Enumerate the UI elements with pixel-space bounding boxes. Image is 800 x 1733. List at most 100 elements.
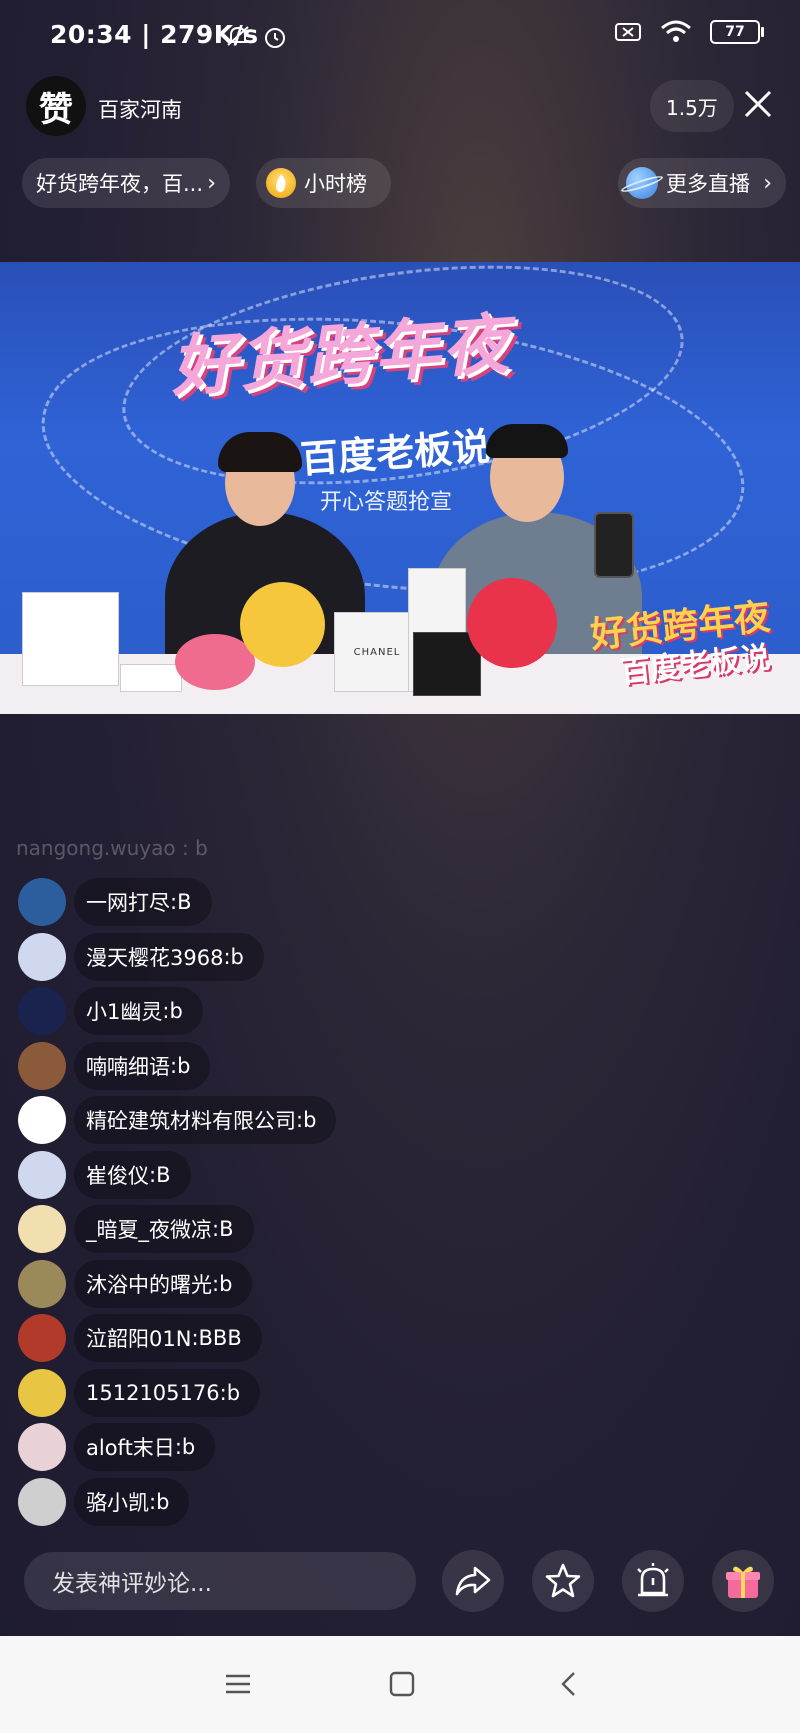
comment-text: b bbox=[219, 1271, 233, 1296]
comment-text: b bbox=[230, 944, 244, 969]
comment-text: b bbox=[181, 1435, 196, 1459]
comment-bubble: 1512105176: b bbox=[74, 1368, 261, 1417]
menu-icon[interactable] bbox=[222, 1668, 254, 1700]
user-avatar[interactable] bbox=[18, 1314, 66, 1362]
comment-row[interactable]: _暗夏_夜微凉: B bbox=[18, 1205, 254, 1253]
comment-separator: : bbox=[219, 1380, 227, 1405]
comment-bubble: 喃喃细语: b bbox=[74, 1041, 211, 1090]
comment-row[interactable]: 1512105176: b bbox=[18, 1368, 261, 1417]
user-avatar[interactable] bbox=[18, 1423, 66, 1471]
wifi-icon bbox=[661, 20, 691, 42]
comment-text: b bbox=[156, 1489, 170, 1514]
comment-row[interactable]: 崔俊仪: B bbox=[18, 1150, 191, 1199]
user-avatar[interactable] bbox=[18, 1259, 66, 1308]
close-icon[interactable] bbox=[738, 84, 778, 124]
live-video[interactable]: 好货跨年夜 百度老板说 开心答题抢宣 CHANEL 好货跨年夜 百度老板说 bbox=[0, 262, 800, 714]
home-icon[interactable] bbox=[386, 1668, 418, 1700]
alarm-icon bbox=[637, 1563, 669, 1597]
user-avatar[interactable] bbox=[18, 1096, 66, 1144]
comment-user[interactable]: 小1幽灵 bbox=[86, 996, 162, 1026]
mascot-red bbox=[467, 578, 557, 668]
comment-text: b bbox=[303, 1108, 317, 1132]
comment-user[interactable]: 一网打尽 bbox=[86, 887, 170, 917]
comment-row[interactable]: 泣韶阳01N: BBB bbox=[18, 1314, 262, 1362]
comment-user[interactable]: 沐浴中的曙光 bbox=[86, 1269, 212, 1299]
share-button[interactable] bbox=[442, 1550, 504, 1612]
comment-user[interactable]: 精砼建筑材料有限公司 bbox=[86, 1105, 296, 1135]
comment-separator: : bbox=[296, 1108, 304, 1132]
comment-row[interactable]: 漫天樱花3968: b bbox=[18, 932, 264, 981]
status-icons: 77 bbox=[614, 20, 764, 44]
comment-text: b bbox=[169, 999, 183, 1023]
back-icon[interactable] bbox=[554, 1668, 586, 1700]
comment-bubble: _暗夏_夜微凉: B bbox=[74, 1205, 254, 1253]
comment-input[interactable]: 发表神评妙论... bbox=[24, 1552, 416, 1610]
comment-row[interactable]: 一网打尽: B bbox=[18, 878, 212, 926]
user-avatar[interactable] bbox=[18, 987, 66, 1035]
comment-text: BBB bbox=[198, 1326, 242, 1350]
topic-chip[interactable]: 好货跨年夜，百... › bbox=[22, 158, 230, 208]
star-icon bbox=[545, 1563, 581, 1598]
chevron-right-icon: › bbox=[207, 170, 216, 196]
alarm-button[interactable] bbox=[622, 1550, 684, 1612]
comment-separator: : bbox=[212, 1271, 220, 1296]
user-avatar[interactable] bbox=[18, 1150, 66, 1199]
more-live-chip[interactable]: 更多直播 › bbox=[618, 158, 786, 208]
comment-user[interactable]: 骆小凯 bbox=[86, 1487, 149, 1517]
bell-off-icon bbox=[227, 26, 249, 46]
user-avatar[interactable] bbox=[18, 1368, 66, 1417]
comment-separator: : bbox=[149, 1489, 157, 1514]
user-avatar[interactable] bbox=[18, 878, 66, 926]
battery-icon: 77 bbox=[710, 20, 764, 44]
user-avatar[interactable] bbox=[18, 932, 66, 981]
share-icon bbox=[455, 1566, 491, 1596]
comment-user[interactable]: _暗夏_夜微凉 bbox=[86, 1214, 212, 1244]
comment-row[interactable]: 沐浴中的曙光: b bbox=[18, 1259, 253, 1308]
comment-row[interactable]: 喃喃细语: b bbox=[18, 1041, 211, 1090]
product-small bbox=[120, 664, 182, 692]
system-nav-bar bbox=[0, 1636, 800, 1733]
hourly-rank-chip[interactable]: 小时榜 bbox=[256, 158, 391, 208]
comment-separator: : bbox=[170, 890, 178, 914]
viewer-count[interactable]: 1.5万 bbox=[650, 80, 734, 132]
comment-row[interactable]: 骆小凯: b bbox=[18, 1477, 190, 1526]
comment-bubble: 沐浴中的曙光: b bbox=[74, 1259, 253, 1308]
comment-bubble: 小1幽灵: b bbox=[74, 987, 203, 1035]
comment-user[interactable]: 泣韶阳01N bbox=[86, 1323, 191, 1353]
phone-prop bbox=[594, 512, 634, 578]
alarm-clock-icon bbox=[265, 28, 285, 48]
comment-user[interactable]: 喃喃细语 bbox=[86, 1051, 170, 1081]
anchor-avatar[interactable]: 赞 bbox=[26, 76, 86, 136]
comment-text: B bbox=[177, 890, 192, 914]
user-avatar[interactable] bbox=[18, 1205, 66, 1253]
gift-button[interactable] bbox=[712, 1550, 774, 1612]
mascot-yellow bbox=[240, 582, 325, 667]
comment-bubble: 一网打尽: B bbox=[74, 878, 212, 926]
comment-row[interactable]: 精砼建筑材料有限公司: b bbox=[18, 1096, 337, 1144]
comment-separator: : bbox=[212, 1217, 220, 1241]
comment-user[interactable]: aloft末日 bbox=[86, 1432, 175, 1462]
flame-icon bbox=[266, 168, 296, 198]
favorite-button[interactable] bbox=[532, 1550, 594, 1612]
user-avatar[interactable] bbox=[18, 1477, 66, 1526]
comment-user[interactable]: 漫天樱花3968 bbox=[86, 942, 223, 972]
user-avatar[interactable] bbox=[18, 1041, 66, 1090]
planet-icon bbox=[626, 167, 658, 199]
product-pack bbox=[22, 592, 119, 686]
comment-bubble: aloft末日: b bbox=[74, 1423, 216, 1471]
comment-user[interactable]: 1512105176 bbox=[86, 1381, 220, 1405]
sim-x-icon bbox=[615, 23, 641, 41]
comment-separator: : bbox=[191, 1326, 199, 1350]
comment-user[interactable]: 崔俊仪 bbox=[86, 1160, 149, 1190]
anchor-name[interactable]: 百家河南 bbox=[98, 94, 182, 124]
gift-icon bbox=[726, 1566, 760, 1598]
comment-text: B bbox=[219, 1217, 234, 1241]
host-male-hair bbox=[486, 424, 568, 458]
comment-separator: : bbox=[162, 999, 170, 1023]
comment-bubble: 骆小凯: b bbox=[74, 1477, 190, 1526]
comment-row[interactable]: aloft末日: b bbox=[18, 1423, 216, 1471]
chevron-right-icon: › bbox=[763, 170, 772, 196]
comment-row[interactable]: 小1幽灵: b bbox=[18, 987, 203, 1035]
comment-bubble: 精砼建筑材料有限公司: b bbox=[74, 1096, 337, 1144]
comment-bubble: 漫天樱花3968: b bbox=[74, 932, 264, 981]
